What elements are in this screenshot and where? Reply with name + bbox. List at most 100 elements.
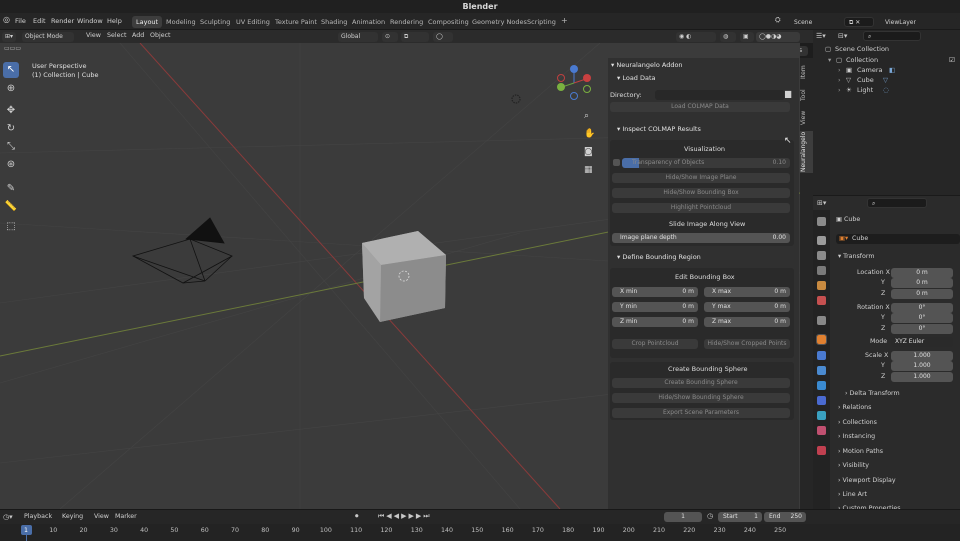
motion-paths-section[interactable]: › Motion Paths (838, 448, 883, 455)
scene-buttons[interactable]: ⧉ ✕ (844, 17, 874, 27)
mode-selector[interactable]: Object Mode (22, 32, 74, 42)
create-bounding-sphere-button[interactable]: Create Bounding Sphere (612, 378, 790, 388)
particles-tab-icon[interactable] (817, 366, 826, 375)
editor-type-icon[interactable]: ⊞▾ (2, 32, 17, 42)
zoom-icon[interactable]: ⌕ (584, 107, 596, 125)
folder-icon[interactable]: ▆ (785, 89, 791, 98)
outliner-row-collection[interactable]: ▾ ▢ Collection ☑ (813, 56, 960, 66)
tool-tab-icon[interactable] (817, 217, 826, 226)
timeline-menu-marker[interactable]: Marker (115, 513, 137, 520)
add-workspace-icon[interactable]: + (557, 14, 572, 26)
shading-mode-icons[interactable]: ◯●◑◕ (756, 32, 800, 42)
rotate-icon[interactable]: ↻ (3, 121, 19, 137)
relations-section[interactable]: › Relations (838, 404, 871, 411)
add-cube-icon[interactable]: ⬚ (3, 219, 19, 235)
material-tab-icon[interactable] (817, 426, 826, 435)
rotation-x-field[interactable]: 0° (891, 303, 953, 313)
select-box-icon[interactable]: ↖ (3, 62, 19, 78)
outliner-filter-icon[interactable]: ⊟▾ (838, 32, 847, 40)
timeline-menu-view[interactable]: View (94, 513, 109, 520)
tab-neuralangelo[interactable]: Neuralangelo (800, 131, 813, 173)
playback-controls-icons[interactable]: ⏮◀◀▶▶▶⏭ (378, 512, 432, 521)
tab-geometry-nodes[interactable]: Geometry Nodes (468, 16, 531, 28)
tab-tool[interactable]: Tool (800, 85, 813, 105)
tab-item[interactable]: Item (800, 62, 813, 82)
viewport-menu-add[interactable]: Add (132, 32, 144, 39)
load-colmap-button[interactable]: Load COLMAP Data (610, 102, 790, 112)
addon-panel-header[interactable]: ▾ Neuralangelo Addon (611, 61, 683, 69)
tab-texture-paint[interactable]: Texture Paint (271, 16, 321, 28)
scale-z-field[interactable]: 1.000 (891, 372, 953, 382)
transparency-slider[interactable]: Transparency of Objects 0.10 (622, 158, 790, 168)
bounding-region-header[interactable]: ▾ Define Bounding Region (617, 253, 701, 261)
visibility-gizmo-icons[interactable]: ◉ ◐ (676, 32, 716, 42)
scale-icon[interactable]: ⤡ (3, 139, 19, 155)
modifier-tab-icon[interactable] (817, 351, 826, 360)
texture-tab-icon[interactable] (817, 446, 826, 455)
scene-tab-icon[interactable] (817, 281, 826, 290)
y-min-field[interactable]: Y min 0 m (612, 302, 698, 312)
tab-rendering[interactable]: Rendering (386, 16, 427, 28)
tab-uv-editing[interactable]: UV Editing (232, 16, 274, 28)
annotate-icon[interactable]: ✎ (3, 181, 19, 197)
outliner-row-light[interactable]: › ☀ Light ◌ (813, 86, 960, 96)
directory-input[interactable] (655, 90, 785, 100)
outliner-search-input[interactable]: ⌕ (863, 31, 921, 41)
z-max-field[interactable]: Z max 0 m (704, 317, 790, 327)
snap-icon[interactable]: ⧉ (401, 32, 429, 42)
start-frame-field[interactable]: Start 1 (718, 512, 762, 522)
highlight-pointcloud-button[interactable]: Highlight Pointcloud (612, 203, 790, 213)
tab-scripting[interactable]: Scripting (523, 16, 560, 28)
visibility-section[interactable]: › Visibility (838, 462, 869, 469)
proportional-edit-icon[interactable]: ◯ (433, 32, 453, 42)
scene-selector[interactable]: Scene (789, 17, 841, 27)
tab-layout[interactable]: Layout (132, 16, 163, 28)
transform-orientation[interactable]: Global (338, 32, 378, 42)
camera-view-icon[interactable]: ◙ (584, 143, 596, 161)
tab-shading[interactable]: Shading (317, 16, 351, 28)
delta-transform-section[interactable]: › Delta Transform (845, 390, 900, 397)
object-tab-icon[interactable] (816, 334, 827, 345)
viewport-menu-view[interactable]: View (86, 32, 101, 39)
move-icon[interactable]: ✥ (3, 103, 19, 119)
object-name-field[interactable]: ▣▾ Cube (836, 234, 960, 244)
tab-compositing[interactable]: Compositing (424, 16, 473, 28)
outliner-row-cube[interactable]: › ▽ Cube ▽ (813, 76, 960, 86)
scale-x-field[interactable]: 1.000 (891, 351, 953, 361)
properties-search-input[interactable]: ⌕ (867, 198, 927, 208)
collection-checkbox[interactable]: ☑ (949, 56, 955, 64)
load-data-header[interactable]: ▾ Load Data (617, 74, 656, 82)
instancing-section[interactable]: › Instancing (838, 433, 875, 440)
timeline-menu-playback[interactable]: Playback (24, 513, 52, 520)
measure-icon[interactable]: 📏 (3, 199, 19, 215)
hide-show-bounding-sphere-button[interactable]: Hide/Show Bounding Sphere (612, 393, 790, 403)
pivot-icon[interactable]: ⊙ (382, 32, 398, 42)
rotation-z-field[interactable]: 0° (891, 324, 953, 334)
view-layer-selector[interactable]: ViewLayer (880, 17, 958, 27)
render-tab-icon[interactable] (817, 236, 826, 245)
record-icon[interactable]: ⏺ (355, 512, 359, 521)
overlay-icon[interactable]: ◍ (720, 32, 736, 42)
viewport-display-section[interactable]: › Viewport Display (838, 477, 896, 484)
inspect-header[interactable]: ▾ Inspect COLMAP Results (617, 125, 701, 133)
hide-show-bounding-box-button[interactable]: Hide/Show Bounding Box (612, 188, 790, 198)
outliner-row-scene-collection[interactable]: ▢ Scene Collection (813, 45, 960, 55)
tab-animation[interactable]: Animation (348, 16, 389, 28)
select-mode-icons[interactable]: ▭▭▭ (4, 45, 21, 54)
tab-view[interactable]: View (800, 108, 813, 128)
menu-help[interactable]: Help (107, 17, 122, 25)
end-frame-field[interactable]: End 250 (764, 512, 806, 522)
outliner-row-camera[interactable]: › ▣ Camera ◧ (813, 66, 960, 76)
transform-header[interactable]: ▾ Transform (838, 253, 875, 260)
constraints-tab-icon[interactable] (817, 396, 826, 405)
line-art-section[interactable]: › Line Art (838, 491, 867, 498)
y-max-field[interactable]: Y max 0 m (704, 302, 790, 312)
menu-window[interactable]: Window (77, 17, 103, 25)
collections-section[interactable]: › Collections (838, 419, 877, 426)
data-tab-icon[interactable] (817, 411, 826, 420)
rotation-y-field[interactable]: 0° (891, 313, 953, 323)
current-frame-field[interactable]: 1 (664, 512, 702, 522)
hide-show-image-plane-button[interactable]: Hide/Show Image Plane (612, 173, 790, 183)
location-x-field[interactable]: 0 m (891, 268, 953, 278)
location-z-field[interactable]: 0 m (891, 289, 953, 299)
